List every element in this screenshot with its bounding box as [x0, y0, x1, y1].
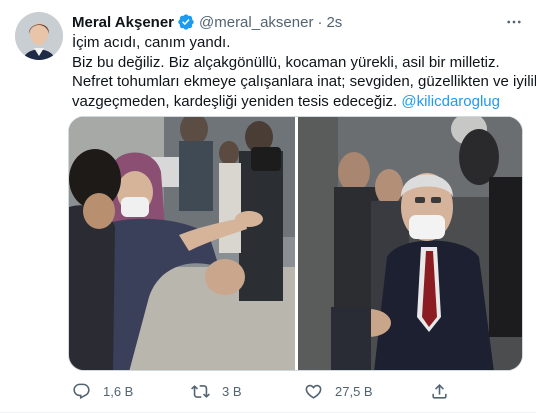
avatar[interactable] [15, 12, 63, 60]
reply-count: 1,6 B [103, 383, 134, 399]
author-name[interactable]: Meral Akşener [72, 14, 174, 31]
like-count: 27,5 B [335, 383, 373, 399]
like-button[interactable]: 27,5 B [304, 380, 373, 402]
avatar-image [15, 12, 63, 60]
separator-dot: · [317, 13, 323, 31]
media-image [69, 117, 522, 370]
tweet-card[interactable]: Meral Akşener @meral_aksener · 2s İçim a… [0, 0, 536, 413]
media-left-panel [69, 117, 295, 370]
tweet-text: İçim acıdı, canım yandı. Biz bu değiliz.… [72, 33, 536, 112]
verified-badge-icon [177, 13, 195, 31]
tweet-actions: 1,6 B 3 B 27,5 B [64, 380, 524, 402]
like-icon [304, 382, 323, 401]
tweet-text-line: Biz bu değiliz. Biz alçakgönüllü, kocama… [72, 53, 500, 71]
share-icon [430, 382, 449, 401]
tweet-header: Meral Akşener @meral_aksener · 2s [72, 12, 342, 32]
tweet-text-line-last: vazgeçmeden, kardeşliği yeniden tesis ed… [72, 92, 522, 112]
retweet-button[interactable]: 3 B [191, 380, 242, 402]
reply-icon [72, 382, 91, 401]
mention-link[interactable]: @kilicdaroglug [401, 93, 500, 110]
retweet-icon [191, 382, 210, 401]
tweet-text-line: İçim acıdı, canım yandı. [72, 34, 231, 51]
tweet-text-line: Nefret tohumları ekmeye çalışanlara inat… [72, 73, 536, 91]
reply-button[interactable]: 1,6 B [72, 380, 133, 402]
tweet-timestamp[interactable]: 2s [326, 14, 342, 31]
tweet-media[interactable] [68, 116, 523, 371]
tweet-text-fragment: vazgeçmeden, kardeşliği yeniden tesis ed… [72, 92, 398, 110]
share-button[interactable] [430, 380, 449, 402]
retweet-count: 3 B [222, 383, 242, 399]
more-icon[interactable] [504, 12, 524, 32]
media-right-panel [298, 117, 522, 370]
author-handle[interactable]: @meral_aksener [199, 14, 313, 31]
